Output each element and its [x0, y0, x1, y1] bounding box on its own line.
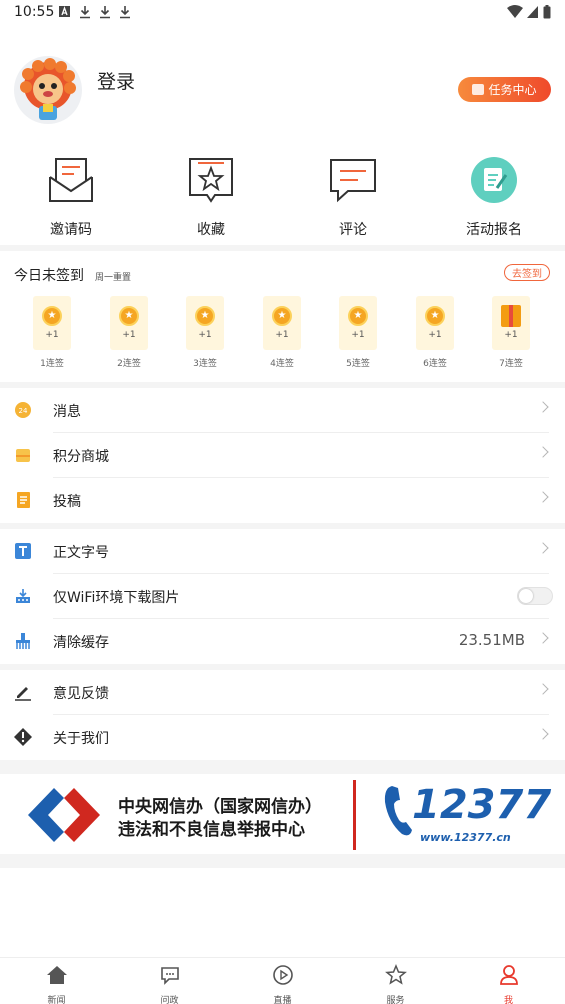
chevron-right-icon — [537, 683, 549, 695]
play-icon — [272, 965, 293, 985]
sign-in-status: 今日未签到 — [14, 268, 84, 284]
quick-action-invite-code[interactable]: 邀请码 — [21, 150, 121, 239]
quick-action-comments[interactable]: 评论 — [303, 150, 403, 239]
section-divider — [0, 854, 565, 868]
status-bar: 10:55 — [0, 0, 565, 26]
menu-item-wifi-only-images: 仅WiFi环境下载图片 — [0, 574, 565, 619]
chevron-right-icon — [537, 728, 549, 740]
nav-tab-services[interactable]: 服务 — [339, 958, 452, 1004]
banner-divider — [353, 780, 356, 850]
chat-icon — [160, 967, 179, 985]
report-center-banner[interactable]: 中央网信办（国家网信办） 违法和不良信息举报中心 12377 www.12377… — [0, 774, 565, 854]
battery-icon — [543, 5, 551, 19]
menu-item-feedback[interactable]: 意见反馈 — [0, 670, 565, 715]
sign-in-reset-note: 周一重置 — [95, 273, 132, 283]
comment-icon — [330, 159, 376, 203]
service-icon — [384, 964, 407, 985]
login-link[interactable]: 登录 — [97, 67, 135, 94]
submit-article-icon — [17, 492, 30, 508]
wifi-download-icon — [16, 589, 30, 603]
banner-line-1: 中央网信办（国家网信办） — [118, 797, 322, 817]
banner-line-2: 违法和不良信息举报中心 — [118, 820, 305, 840]
envelope-icon — [49, 158, 93, 202]
nav-tab-me[interactable]: 我 — [452, 958, 565, 1004]
menu-item-points-mall[interactable]: 积分商城 — [0, 433, 565, 478]
quick-action-label: 活动报名 — [466, 222, 522, 238]
menu-item-submit-article[interactable]: 投稿 — [0, 478, 565, 523]
nav-tab-live[interactable]: 直播 — [226, 958, 339, 1004]
task-center-button[interactable]: 任务中心 — [458, 77, 551, 102]
coin-icon — [272, 306, 292, 326]
menu-item-font-size[interactable]: 正文字号 — [0, 529, 565, 574]
clear-cache-icon — [16, 633, 30, 649]
message-icon: 24 — [15, 402, 31, 418]
chevron-right-icon — [537, 491, 549, 503]
chevron-right-icon — [537, 632, 549, 644]
quick-action-label: 评论 — [339, 222, 367, 238]
chevron-right-icon — [537, 401, 549, 413]
sign-in-days: +11连签 +12连签 +13连签 +14连签 +15连签 +16连签 +17连… — [0, 296, 565, 376]
wifi-only-toggle[interactable] — [517, 587, 553, 605]
gift-icon — [501, 305, 521, 327]
chevron-right-icon — [537, 446, 549, 458]
avatar[interactable] — [14, 56, 82, 124]
quick-action-event-signup[interactable]: 活动报名 — [444, 150, 544, 239]
sign-in-day: +12连签 — [99, 296, 159, 369]
task-icon — [472, 84, 485, 95]
signal-icon — [527, 6, 538, 18]
status-time: 10:55 — [14, 4, 55, 20]
lion-mascot-icon — [20, 58, 76, 120]
sign-in-day: +11连签 — [22, 296, 82, 369]
quick-action-label: 邀请码 — [50, 222, 92, 238]
font-size-icon — [15, 543, 31, 559]
sign-in-day: +15连签 — [328, 296, 388, 369]
sign-in-day: +1 7连签 — [481, 296, 541, 369]
download-icon — [120, 6, 130, 19]
coin-icon — [348, 306, 368, 326]
points-mall-icon — [16, 449, 30, 462]
chevron-right-icon — [537, 542, 549, 554]
bottom-navigation: 新闻 问政 直播 服务 我 — [0, 957, 565, 1004]
task-center-label: 任务中心 — [488, 83, 537, 97]
menu-item-clear-cache[interactable]: 清除缓存 23.51MB — [0, 619, 565, 664]
quick-actions: 邀请码 收藏 评论 活动报名 — [0, 150, 565, 240]
quick-action-label: 收藏 — [197, 222, 225, 238]
menu-item-messages[interactable]: 24 消息 — [0, 388, 565, 433]
star-bookmark-icon — [189, 158, 233, 203]
nav-tab-politics[interactable]: 问政 — [113, 958, 226, 1004]
coin-icon — [119, 306, 139, 326]
sign-in-button[interactable]: 去签到 — [504, 264, 550, 281]
quick-action-favorites[interactable]: 收藏 — [161, 150, 261, 239]
notification-app-icon — [59, 6, 70, 17]
sign-in-day: +14连签 — [252, 296, 312, 369]
coin-icon — [195, 306, 215, 326]
hotline-number: 12377 — [412, 782, 552, 828]
phone-icon — [384, 786, 412, 836]
coin-icon — [425, 306, 445, 326]
feedback-icon — [15, 687, 31, 701]
download-icon — [80, 6, 90, 19]
coin-icon — [42, 306, 62, 326]
about-icon — [14, 728, 32, 746]
user-icon — [499, 965, 518, 985]
sign-in-day: +13连签 — [175, 296, 235, 369]
nav-tab-news[interactable]: 新闻 — [0, 958, 113, 1004]
cache-size: 23.51MB — [458, 631, 525, 649]
section-divider — [0, 760, 565, 774]
signup-icon — [471, 157, 517, 203]
wifi-icon — [507, 5, 523, 18]
svg-text:24: 24 — [19, 407, 28, 415]
sign-in-day: +16连签 — [405, 296, 465, 369]
report-center-logo-icon — [28, 788, 100, 842]
banner-url: www.12377.cn — [420, 831, 511, 844]
section-divider — [0, 245, 565, 251]
home-icon — [46, 966, 67, 984]
menu-item-about-us[interactable]: 关于我们 — [0, 715, 565, 760]
download-icon — [100, 6, 110, 19]
